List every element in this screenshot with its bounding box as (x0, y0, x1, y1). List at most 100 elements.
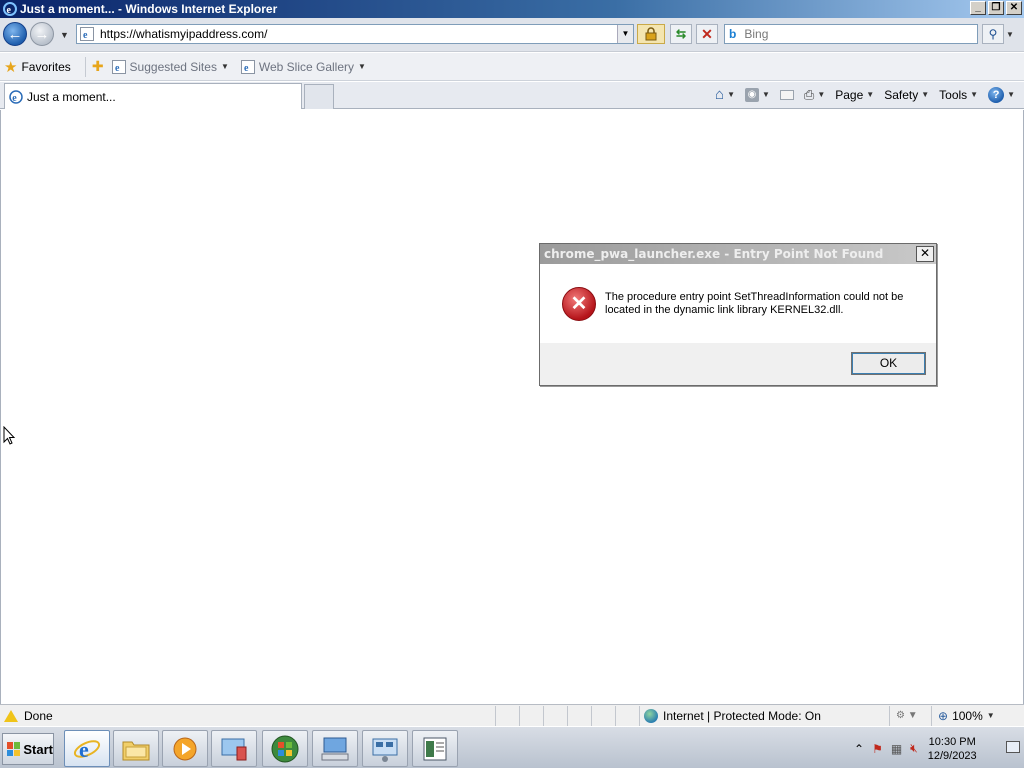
taskbar-internet-explorer[interactable]: e (64, 730, 110, 767)
search-input[interactable]: b Bing (724, 24, 978, 44)
svg-text:e: e (79, 737, 89, 762)
taskbar-media-player[interactable] (162, 730, 208, 767)
security-lock-button[interactable] (637, 24, 665, 44)
search-placeholder: Bing (744, 27, 769, 41)
feeds-button[interactable]: ◉ ▼ (742, 87, 773, 102)
chevron-down-icon: ▼ (986, 711, 995, 720)
ok-button[interactable]: OK (851, 352, 926, 375)
chevron-down-icon: ▼ (817, 90, 826, 99)
status-pane (592, 705, 616, 726)
window-title: Just a moment... - Windows Internet Expl… (20, 2, 278, 16)
read-mail-button[interactable] (777, 89, 797, 100)
favorites-label: Favorites (21, 59, 71, 74)
server-manager-icon (221, 738, 247, 760)
chevron-down-icon: ▼ (761, 90, 770, 99)
home-button[interactable]: ⌂ ▼ (712, 86, 738, 103)
action-center-flag-icon[interactable]: ⚑ (872, 742, 883, 756)
safety-menu-label: Safety (884, 87, 919, 102)
status-pane (520, 705, 544, 726)
home-icon: ⌂ (715, 86, 725, 103)
chevron-down-icon: ▼ (1007, 90, 1015, 99)
print-button[interactable]: ⎙ ▼ (801, 87, 828, 103)
rss-icon: ◉ (744, 87, 759, 102)
favorites-bar: ★ Favorites ✚ e Suggested Sites ▼ e Web … (0, 53, 1024, 81)
page-menu-button[interactable]: Page ▼ (832, 88, 877, 102)
chevron-down-icon: ▼ (220, 62, 229, 71)
close-window-button[interactable]: ✕ (1006, 1, 1022, 15)
address-dropdown-button[interactable]: ▼ (617, 25, 633, 43)
stop-button[interactable]: ✕ (696, 24, 718, 44)
search-options-dropdown-icon[interactable]: ▼ (1006, 30, 1014, 39)
command-bar: ⌂ ▼ ◉ ▼ ⎙ ▼ Page ▼ Safety ▼ Tools ▼ ? ▼ (712, 86, 1018, 103)
taskbar: Start e ⌃ ⚑ ▦ 🔇︎ 10:30 PM 12/9/2023 (0, 726, 1024, 768)
taskbar-remote-desktop[interactable] (312, 730, 358, 767)
document-window-icon (423, 737, 447, 760)
svg-text:e: e (7, 5, 12, 16)
tools-menu-label: Tools (939, 87, 968, 102)
chevron-down-icon: ▼ (970, 90, 979, 99)
taskbar-network-manager[interactable] (362, 730, 408, 767)
taskbar-windows-orb[interactable] (262, 730, 308, 767)
dialog-close-button[interactable]: ✕ (916, 246, 934, 262)
dialog-footer: OK (540, 343, 936, 385)
address-toolbar: ← → ▼ e https://whatismyipaddress.com/ ▼… (0, 18, 1024, 52)
refresh-button[interactable]: ⇆ (670, 24, 692, 44)
minimize-button[interactable]: _ (970, 1, 986, 15)
taskbar-windows-explorer[interactable] (113, 730, 159, 767)
magnifier-icon: ⚲ (988, 27, 998, 41)
taskbar-event-viewer[interactable] (412, 730, 458, 767)
status-pane (544, 705, 568, 726)
page-content[interactable] (0, 110, 1024, 704)
add-to-favorites-bar-icon[interactable]: ✚ (92, 58, 104, 75)
clock-time: 10:30 PM (928, 735, 976, 748)
favorites-item-suggested-sites[interactable]: e Suggested Sites ▼ (111, 59, 229, 74)
system-tray: ⌃ ⚑ ▦ 🔇︎ 10:30 PM 12/9/2023 (848, 730, 1022, 767)
show-hidden-icons-button[interactable]: ⌃ (854, 742, 864, 756)
address-input[interactable]: e https://whatismyipaddress.com/ ▼ (76, 24, 634, 44)
new-tab-button[interactable] (304, 84, 334, 109)
favorites-button[interactable]: ★ Favorites (4, 58, 71, 76)
svg-text:e: e (12, 93, 17, 104)
recent-pages-dropdown-icon[interactable]: ▼ (60, 30, 69, 40)
tab-label: Just a moment... (27, 89, 116, 104)
clock[interactable]: 10:30 PM 12/9/2023 (928, 735, 977, 763)
svg-text:e: e (115, 63, 120, 74)
safety-menu-button[interactable]: Safety ▼ (881, 88, 932, 102)
toolbar-separator (84, 56, 86, 77)
status-pane (616, 705, 640, 726)
zoom-button[interactable]: ⊕ 100% ▼ (932, 706, 1012, 726)
tab-just-a-moment[interactable]: e Just a moment... (4, 83, 302, 109)
start-button[interactable]: Start (2, 733, 54, 765)
favorites-item-web-slice-gallery[interactable]: e Web Slice Gallery ▼ (240, 59, 366, 74)
favorites-item-label: Web Slice Gallery (258, 59, 355, 74)
start-label: Start (23, 741, 53, 757)
back-button[interactable]: ← (3, 22, 27, 46)
keyboard-monitor-icon (321, 737, 349, 760)
warning-icon (4, 709, 18, 722)
page-favicon-icon: e (80, 27, 94, 41)
help-button[interactable]: ? ▼ (985, 86, 1018, 103)
forward-button[interactable]: → (30, 22, 54, 46)
window-title-bar[interactable]: e Just a moment... - Windows Internet Ex… (0, 0, 1024, 18)
restore-button[interactable]: ❐ (988, 1, 1004, 15)
dialog-message: The procedure entry point SetThreadInfor… (605, 291, 904, 316)
internet-globe-icon (644, 708, 658, 723)
forward-arrow-icon: → (34, 25, 50, 43)
volume-muted-icon[interactable]: 🔇︎ (910, 741, 918, 756)
stop-icon: ✕ (701, 26, 713, 42)
tools-menu-button[interactable]: Tools ▼ (936, 88, 981, 102)
protected-mode-settings-button[interactable]: ⚙ ▼ (890, 705, 932, 726)
status-bar: Done Internet | Protected Mode: On ⚙ ▼ ⊕… (0, 704, 1024, 726)
search-button[interactable]: ⚲ (982, 24, 1004, 44)
chevron-down-icon: ▼ (727, 90, 735, 99)
security-zone-pane[interactable]: Internet | Protected Mode: On (640, 705, 890, 726)
dialog-title: chrome_pwa_launcher.exe - Entry Point No… (544, 247, 884, 261)
tab-row: e Just a moment... ⌂ ▼ ◉ ▼ ⎙ ▼ Page ▼ Sa… (0, 82, 1024, 109)
favorites-star-icon: ★ (4, 58, 18, 76)
dialog-title-bar[interactable]: chrome_pwa_launcher.exe - Entry Point No… (540, 244, 936, 264)
page-menu-label: Page (835, 87, 864, 102)
show-desktop-button[interactable] (1006, 741, 1020, 753)
network-status-icon[interactable]: ▦ (891, 742, 902, 756)
padlock-icon (645, 27, 657, 41)
taskbar-server-manager[interactable] (211, 730, 257, 767)
